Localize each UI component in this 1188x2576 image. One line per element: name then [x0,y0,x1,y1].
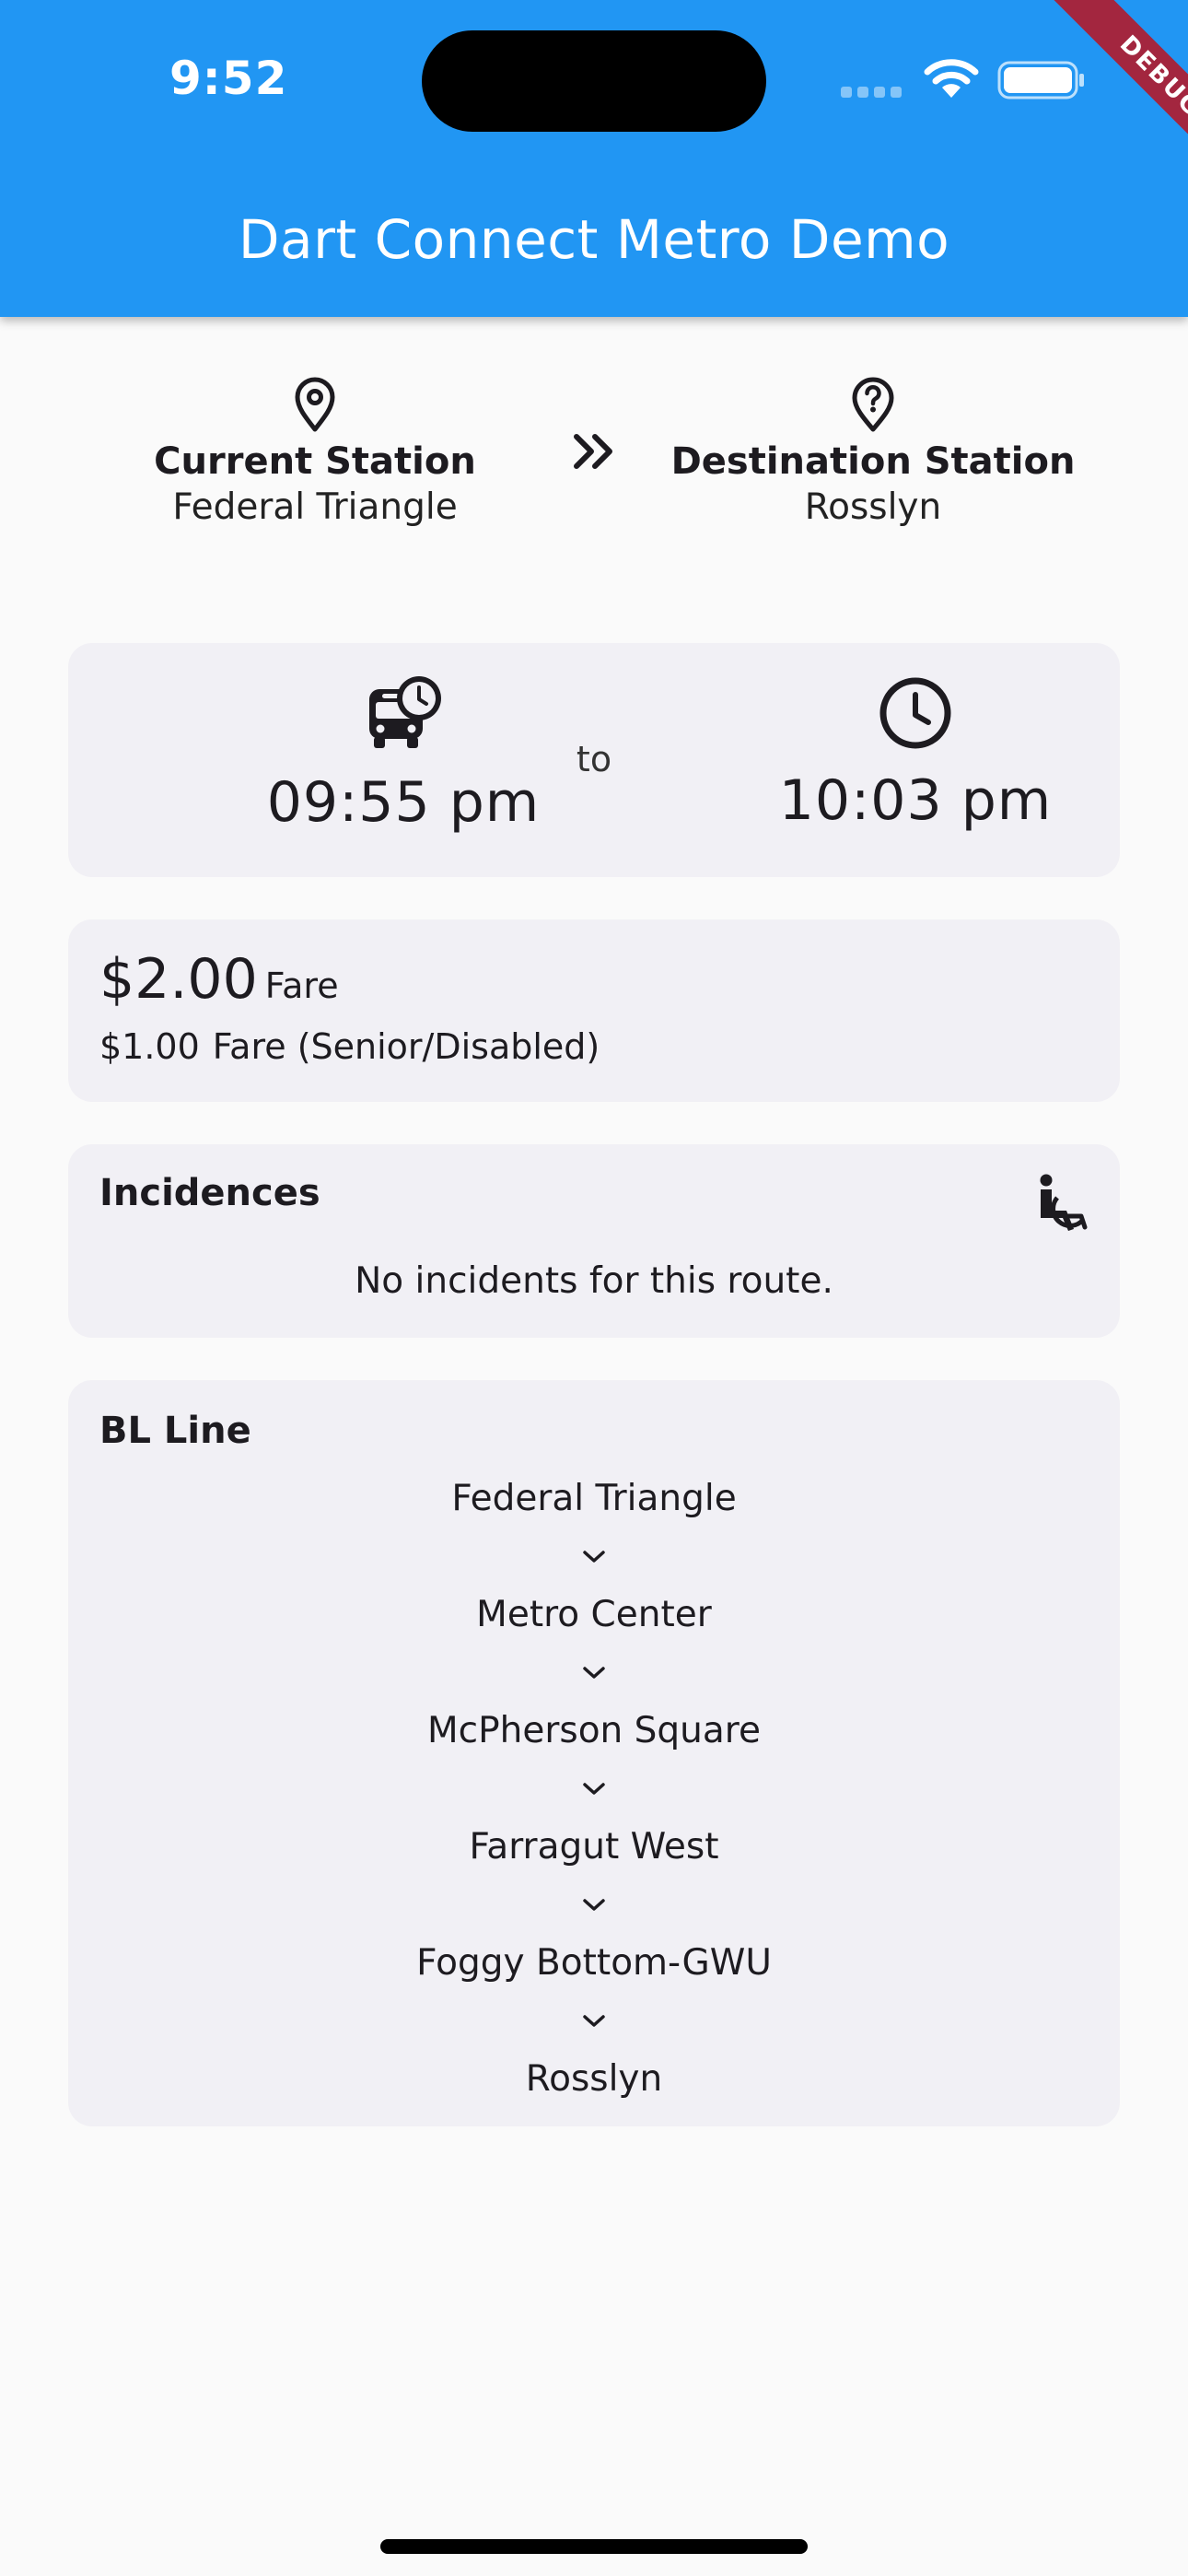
current-station-name: Federal Triangle [172,486,458,528]
home-indicator[interactable] [380,2539,808,2554]
debug-label: DEBUG [1047,0,1188,175]
stop-item: Foggy Bottom-GWU [416,1942,772,1984]
fare-card: $2.00 Fare $1.00 Fare (Senior/Disabled) [68,919,1120,1102]
dynamic-island [422,30,766,132]
stop-item: Federal Triangle [451,1478,737,1519]
incidences-title: Incidences [99,1172,320,1214]
fare-amount: $2.00 [99,947,258,1012]
debug-banner: DEBUG [1013,0,1188,175]
fare-label: Fare [264,966,339,1006]
chevron-down-icon [68,1994,1120,2049]
location-question-icon [852,377,894,432]
status-time: 9:52 [169,52,288,105]
stop-item: Metro Center [476,1594,712,1635]
stop-item: McPherson Square [427,1710,761,1751]
location-pin-icon [295,377,335,432]
chevron-down-icon [68,1762,1120,1817]
line-title: BL Line [99,1410,251,1452]
cellular-signal-icon [841,87,905,98]
arrival-block: 10:03 pm [722,674,1109,833]
chevron-down-icon [68,1645,1120,1701]
incidences-message: No incidents for this route. [355,1260,833,1302]
app-bar: 9:52 DEBUG Dart Connect Metro Demo [0,0,1188,317]
current-station-title: Current Station [154,440,476,483]
arrival-time: 10:03 pm [778,768,1053,833]
stop-list: Federal Triangle Metro Center McPherson … [68,1469,1120,2110]
reduced-fare: $1.00 Fare (Senior/Disabled) [99,1026,600,1067]
double-chevron-right-icon [574,434,612,469]
destination-station-name: Rosslyn [804,486,942,528]
wifi-icon [924,59,979,98]
incidences-card: Incidences No incidents for this route. [68,1144,1120,1338]
destination-station-title: Destination Station [670,440,1076,483]
app-title: Dart Connect Metro Demo [238,208,950,271]
stop-item: Rosslyn [525,2058,663,2100]
stop-item: Farragut West [469,1826,719,1868]
chevron-down-icon [68,1878,1120,1933]
departure-time: 09:55 pm [266,770,541,835]
reduced-fare-amount: $1.00 [99,1026,200,1067]
wheelchair-icon [1040,1174,1088,1231]
destination-station: Destination Station Rosslyn [634,376,1112,528]
reduced-fare-label: Fare (Senior/Disabled) [212,1026,600,1067]
schedule-card: 09:55 pm to 10:03 pm [68,643,1120,877]
current-station: Current Station Federal Triangle [76,376,554,528]
clock-icon [879,677,951,749]
line-card: BL Line Federal Triangle Metro Center Mc… [68,1380,1120,2126]
fare-main: $2.00 Fare [99,947,339,1012]
chevron-down-icon [68,1529,1120,1585]
